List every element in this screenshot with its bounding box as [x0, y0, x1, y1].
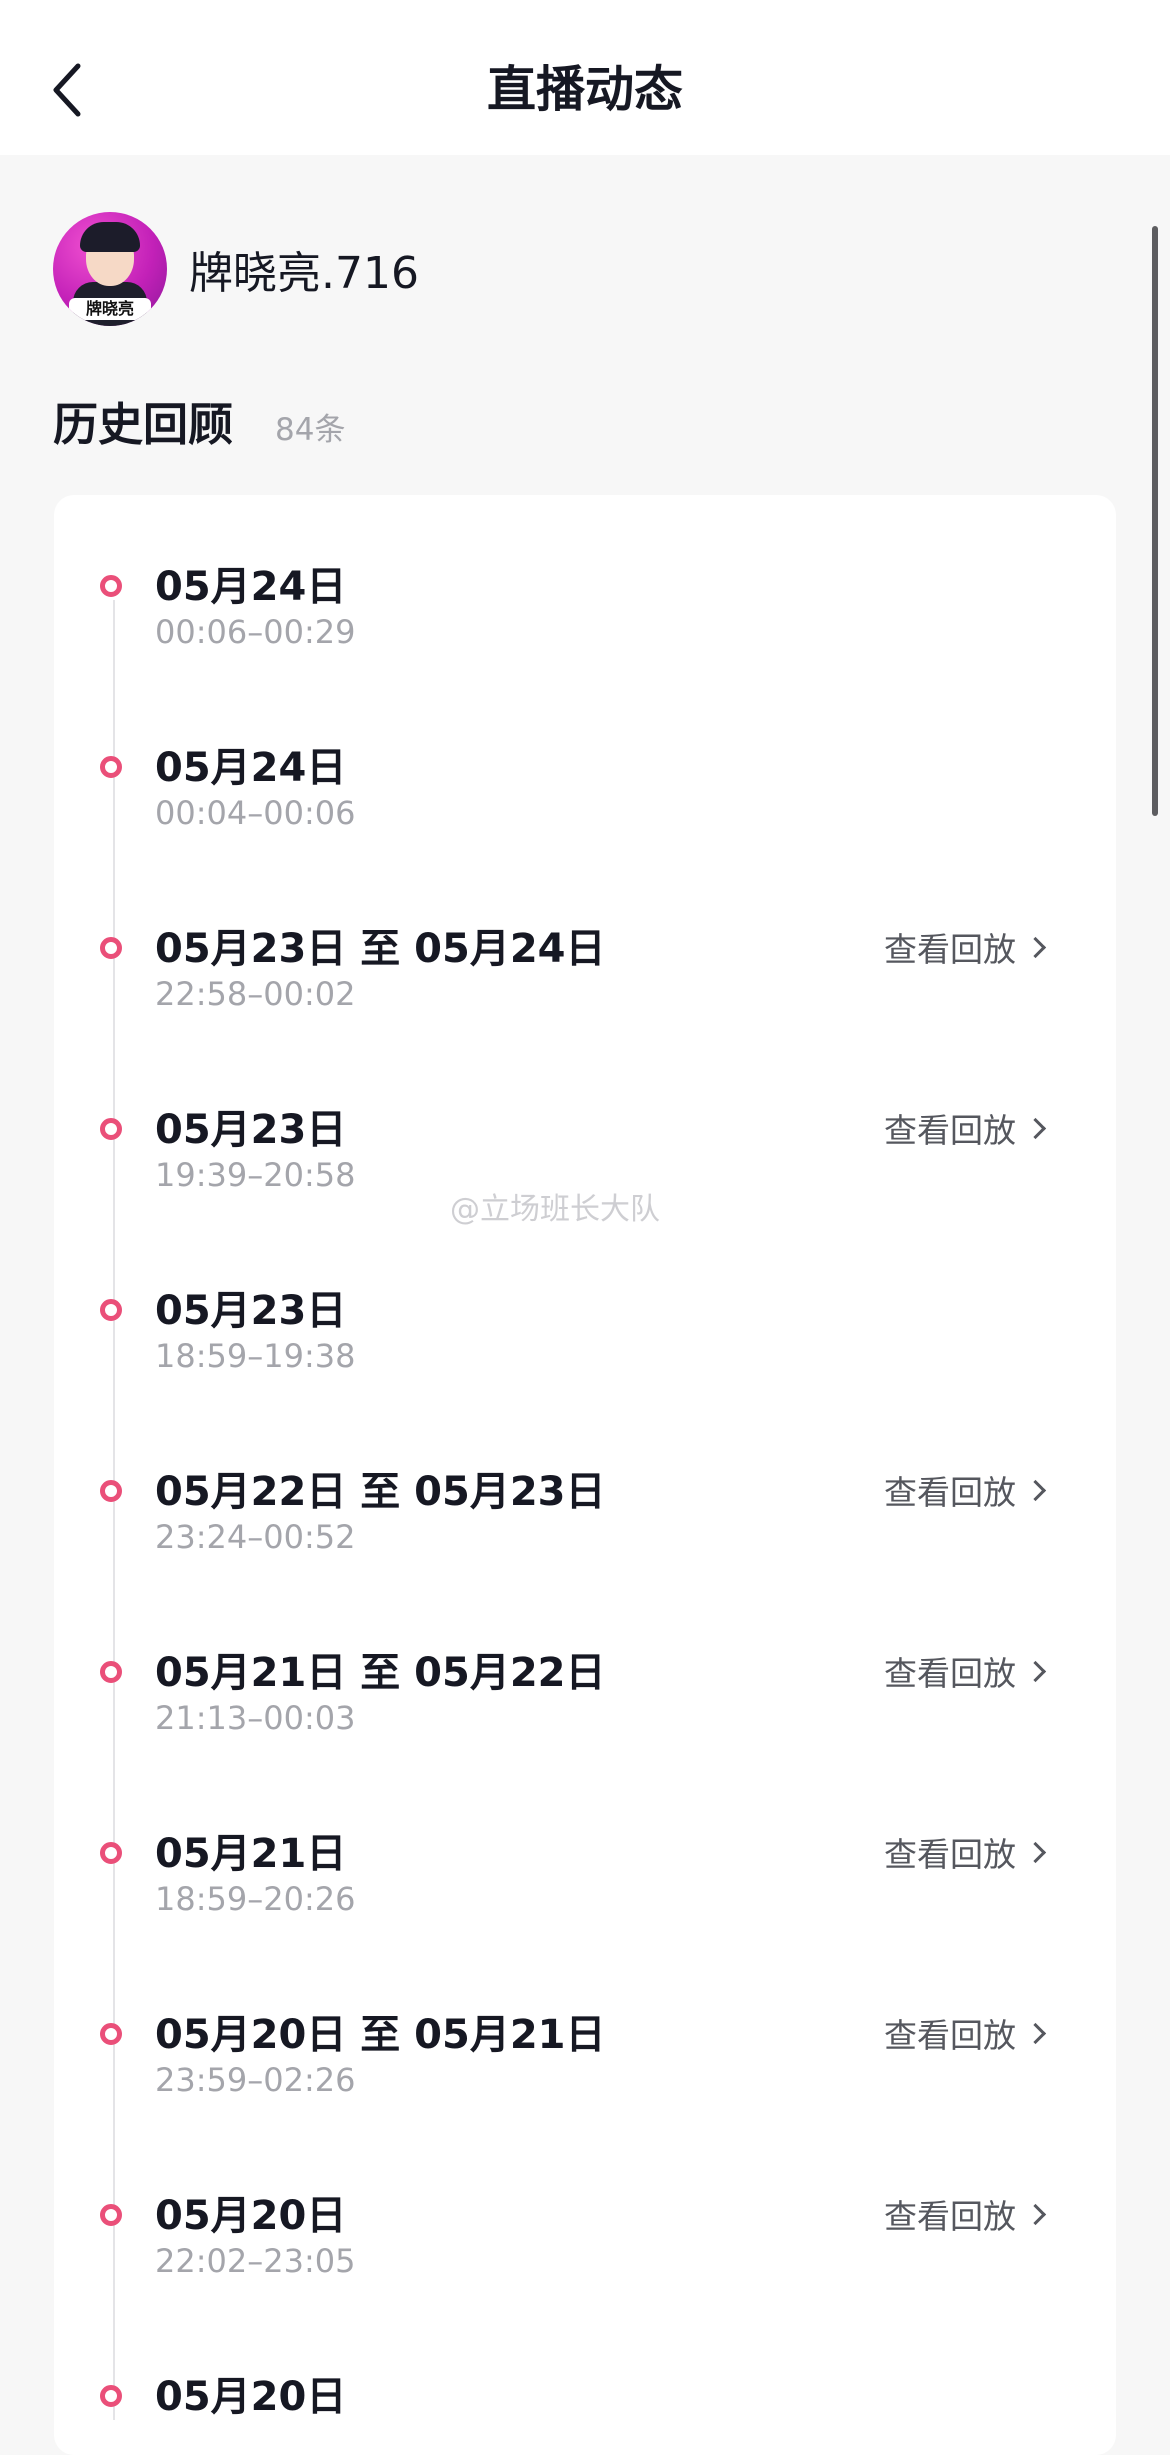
chevron-right-icon: [1024, 936, 1047, 958]
scrollbar[interactable]: [1152, 226, 1158, 816]
section-header: 历史回顾 84条: [53, 388, 345, 468]
view-replay-button[interactable]: 查看回放: [884, 1466, 1047, 1514]
avatar-tag: 牌晓亮: [69, 297, 151, 320]
timeline-dot-icon: [100, 1118, 122, 1140]
timeline-date: 05月21日: [155, 1831, 347, 1877]
timeline-date: 05月24日: [155, 564, 347, 610]
timeline-time-range: 18:59–19:38: [155, 1337, 356, 1375]
timeline-dot-icon: [100, 756, 122, 778]
timeline-date: 05月20日 至 05月21日: [155, 2012, 606, 2058]
view-replay-button[interactable]: 查看回放: [884, 1104, 1047, 1152]
avatar[interactable]: 牌晓亮: [53, 211, 167, 326]
timeline-date: 05月23日 至 05月24日: [155, 926, 606, 972]
view-replay-button[interactable]: 查看回放: [884, 923, 1047, 971]
timeline-dot-icon: [100, 1480, 122, 1502]
chevron-right-icon: [1024, 2203, 1047, 2225]
chevron-right-icon: [1024, 1479, 1047, 1501]
timeline-dot-icon: [100, 2023, 122, 2045]
view-replay-button[interactable]: 查看回放: [884, 2190, 1047, 2238]
section-title: 历史回顾: [53, 398, 234, 451]
chevron-right-icon: [1024, 1117, 1047, 1139]
timeline-line: [113, 600, 115, 2420]
timeline-time-range: 19:39–20:58: [155, 1156, 356, 1194]
timeline-time-range: 22:02–23:05: [155, 2242, 356, 2280]
section-count: 84条: [275, 412, 346, 448]
timeline-dot-icon: [100, 2204, 122, 2226]
timeline-dot-icon: [100, 1299, 122, 1321]
timeline-time-range: 21:13–00:03: [155, 1699, 356, 1737]
timeline-dot-icon: [100, 2385, 122, 2407]
view-replay-label: 查看回放: [884, 1111, 1016, 1150]
chevron-right-icon: [1024, 1660, 1047, 1682]
profile-name[interactable]: 牌晓亮.716: [189, 237, 419, 301]
avatar-hair: [80, 221, 140, 252]
timeline-dot-icon: [100, 575, 122, 597]
timeline-date: 05月24日: [155, 745, 347, 791]
timeline-time-range: 23:24–00:52: [155, 1518, 356, 1556]
chevron-right-icon: [1024, 1841, 1047, 1863]
timeline-dot-icon: [100, 1842, 122, 1864]
view-replay-label: 查看回放: [884, 2016, 1016, 2055]
timeline-time-range: 23:59–02:26: [155, 2061, 356, 2099]
timeline-date: 05月22日 至 05月23日: [155, 1469, 606, 1515]
view-replay-label: 查看回放: [884, 1473, 1016, 1512]
page-title: 直播动态: [486, 61, 683, 118]
view-replay-button[interactable]: 查看回放: [884, 2009, 1047, 2057]
timeline-time-range: 22:58–00:02: [155, 975, 356, 1013]
timeline-date: 05月21日 至 05月22日: [155, 1650, 606, 1696]
watermark-text: @立场班长大队: [450, 1192, 660, 1227]
timeline-date: 05月20日: [155, 2374, 347, 2420]
view-replay-label: 查看回放: [884, 1654, 1016, 1693]
timeline-date: 05月23日: [155, 1288, 347, 1334]
view-replay-label: 查看回放: [884, 2197, 1016, 2236]
profile-header[interactable]: 牌晓亮 牌晓亮.716: [53, 211, 419, 326]
view-replay-label: 查看回放: [884, 930, 1016, 969]
timeline-dot-icon: [100, 937, 122, 959]
view-replay-button[interactable]: 查看回放: [884, 1828, 1047, 1876]
timeline-time-range: 00:06–00:29: [155, 613, 356, 651]
timeline-time-range: 18:59–20:26: [155, 1880, 356, 1918]
top-nav-bar: 直播动态: [0, 0, 1170, 155]
chevron-right-icon: [1024, 2022, 1047, 2044]
timeline-time-range: 00:04–00:06: [155, 794, 356, 832]
view-replay-label: 查看回放: [884, 1835, 1016, 1874]
timeline-date: 05月23日: [155, 1107, 347, 1153]
view-replay-button[interactable]: 查看回放: [884, 1647, 1047, 1695]
timeline-dot-icon: [100, 1661, 122, 1683]
timeline-date: 05月20日: [155, 2193, 347, 2239]
